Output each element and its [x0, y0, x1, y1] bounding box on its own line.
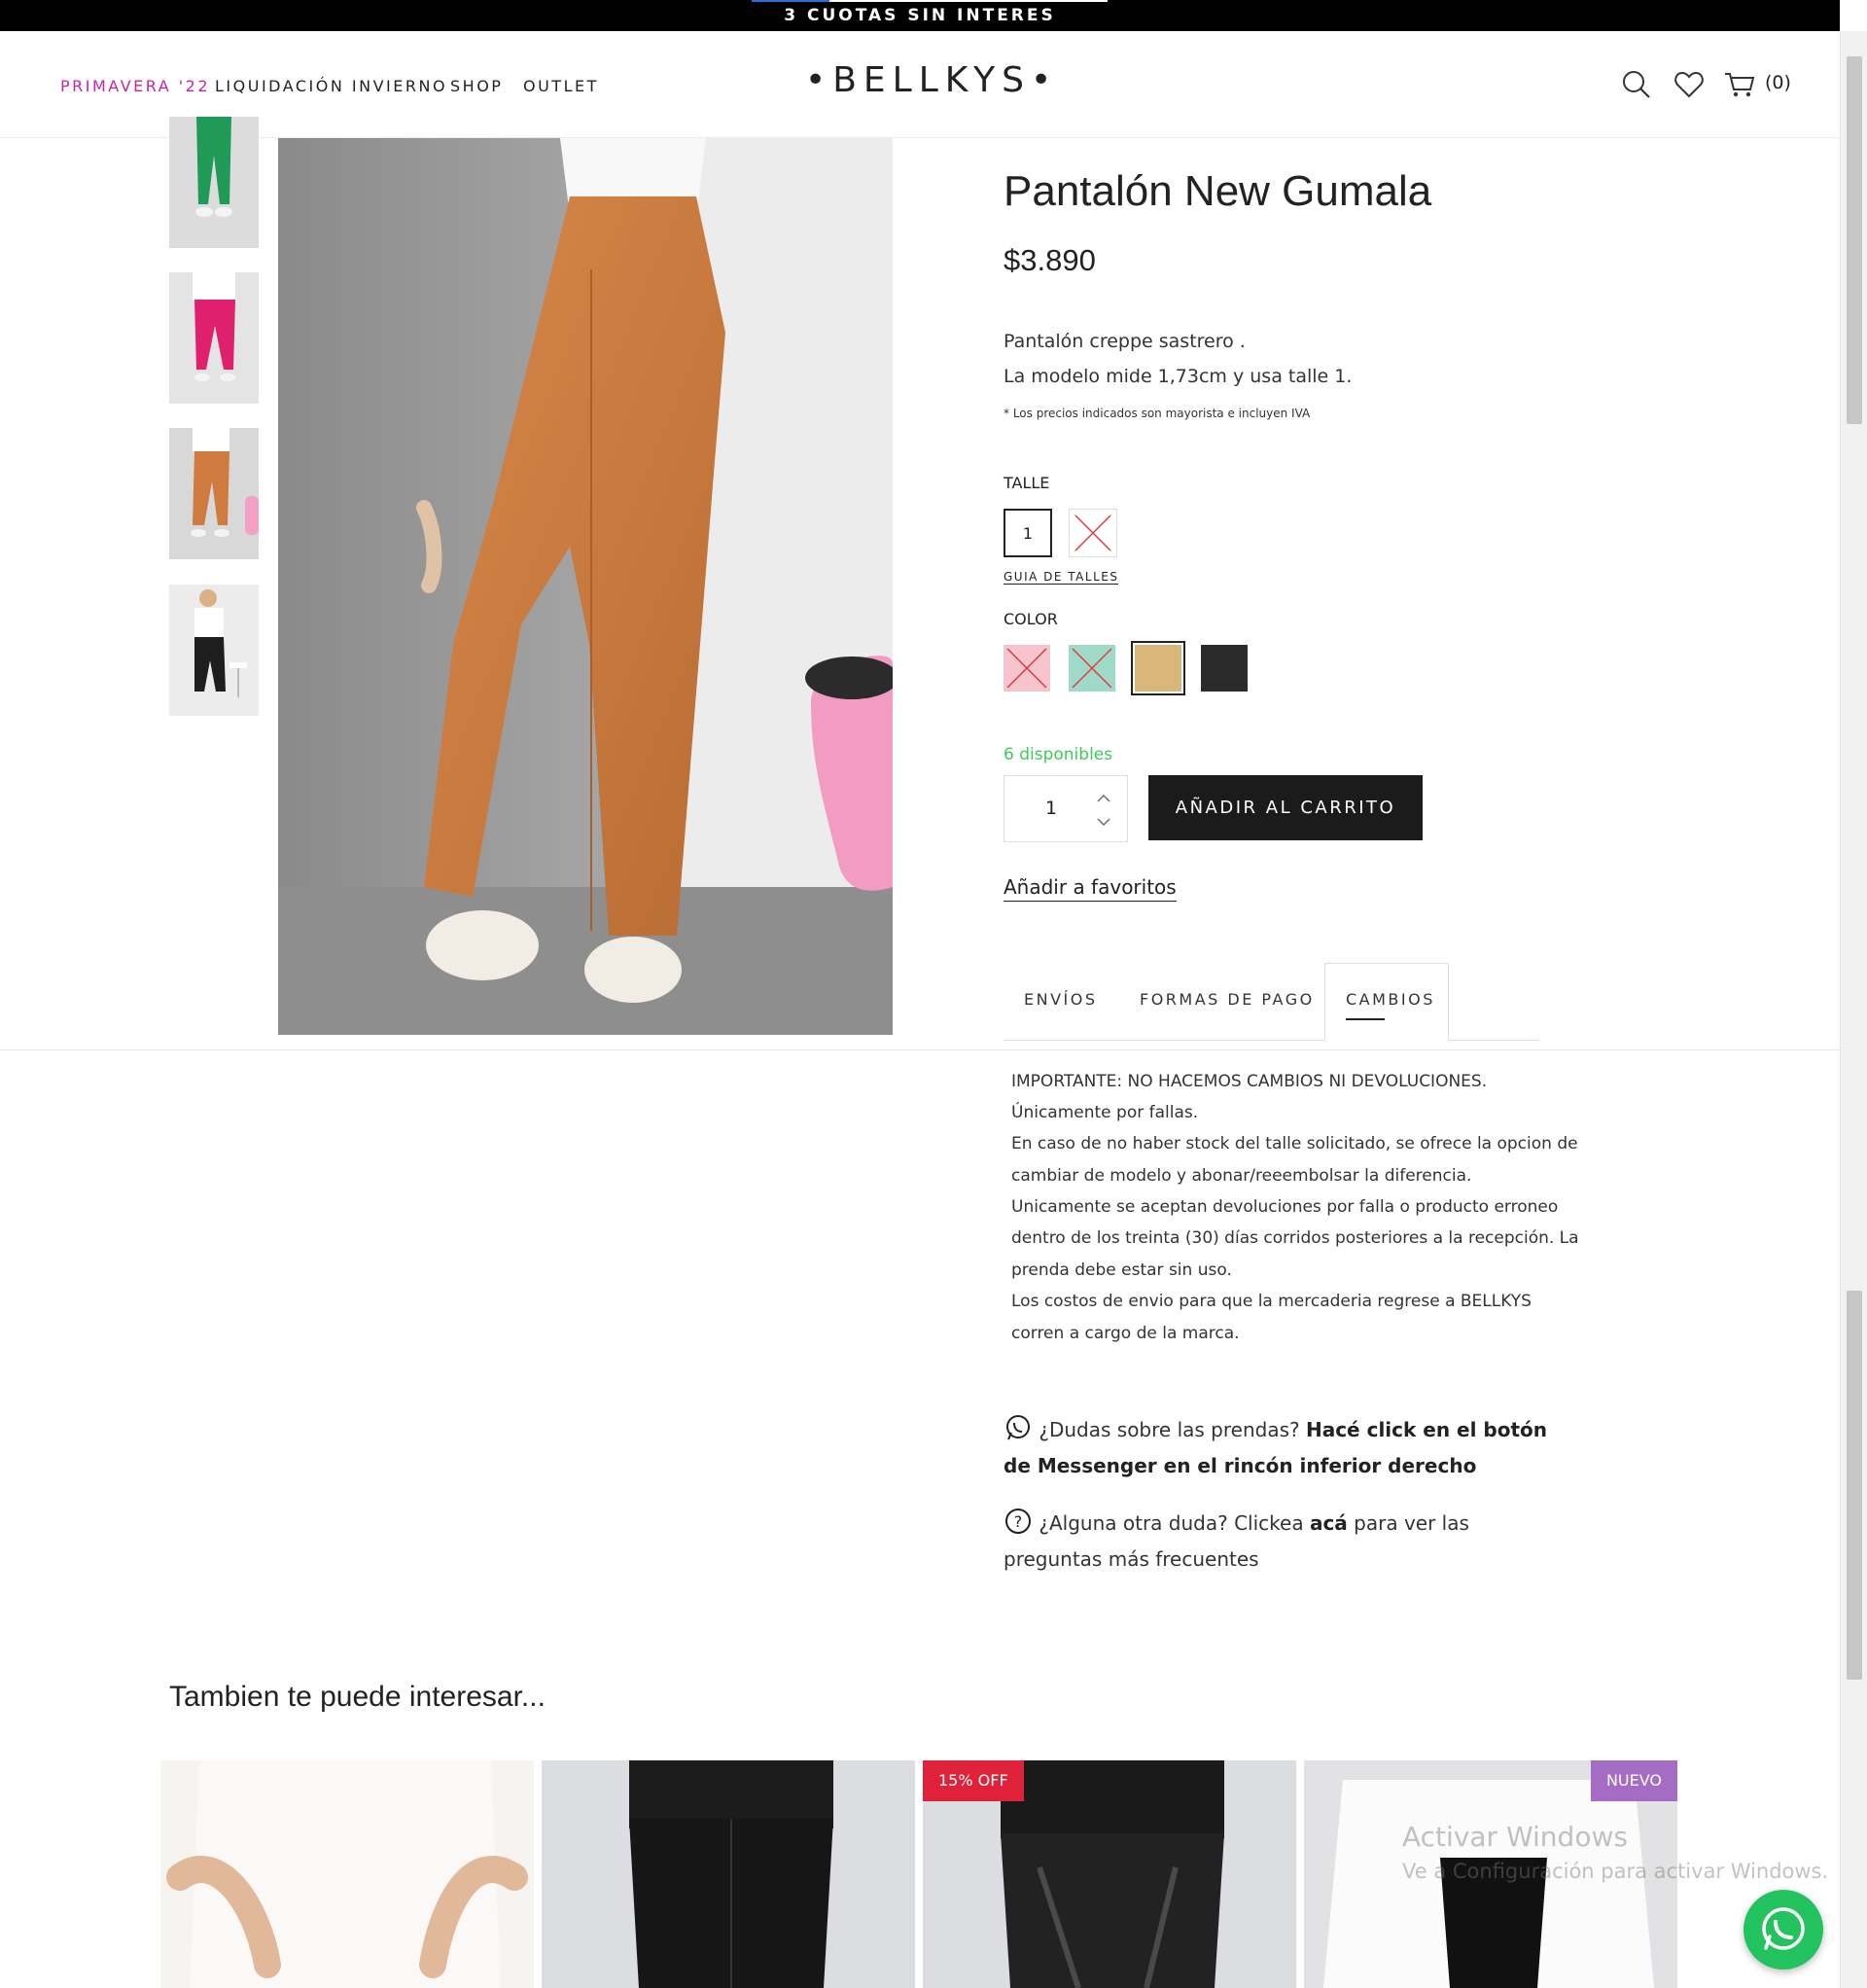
main-product-image[interactable] — [278, 138, 893, 1035]
color-label: COLOR — [1004, 610, 1058, 628]
chevron-up-icon[interactable] — [1096, 790, 1111, 808]
site-header: PRIMAVERA '22 LIQUIDACIÓN INVIERNO SHOP … — [0, 31, 1840, 138]
new-badge: NUEVO — [1590, 1760, 1677, 1801]
unavailable-cross-icon — [1074, 515, 1111, 551]
product-title: Pantalón New Gumala — [1004, 167, 1432, 215]
policy-line: prenda debe estar sin uso. — [1011, 1260, 1232, 1280]
discount-badge: 15% OFF — [923, 1760, 1024, 1801]
nav-item-outlet[interactable]: OUTLET — [523, 77, 599, 95]
windows-watermark-title: Activar Windows — [1402, 1821, 1628, 1853]
stock-availability: 6 disponibles — [1004, 745, 1113, 764]
policy-line: Los costos de envio para que la mercader… — [1011, 1292, 1532, 1311]
faq-link[interactable]: acá — [1310, 1511, 1348, 1535]
unavailable-cross-icon — [1072, 648, 1112, 689]
unavailable-cross-icon — [1006, 648, 1047, 689]
cart-count[interactable]: (0) — [1765, 72, 1791, 93]
policy-line: IMPORTANTE: NO HACEMOS CAMBIOS NI DEVOLU… — [1011, 1072, 1488, 1091]
search-icon[interactable] — [1620, 68, 1653, 101]
promo-text: 3 CUOTAS SIN INTERES — [784, 6, 1056, 25]
product-thumbnail-orange[interactable] — [169, 428, 259, 559]
help-whatsapp: ¿Dudas sobre las prendas? Hacé click en … — [1004, 1412, 1548, 1484]
policy-line: Unicamente se aceptan devoluciones por f… — [1011, 1197, 1559, 1217]
color-swatch-camel[interactable] — [1131, 641, 1185, 695]
policy-line: corren a cargo de la marca. — [1011, 1324, 1240, 1343]
scrollbar[interactable] — [1840, 31, 1867, 1988]
question-icon: ? — [1004, 1507, 1033, 1536]
nav-item-liquidacion[interactable]: LIQUIDACIÓN INVIERNO — [215, 77, 447, 95]
product-description-line: Pantalón creppe sastrero . — [1004, 331, 1246, 352]
quantity-input[interactable]: 1 — [1045, 798, 1057, 819]
chevron-down-icon[interactable] — [1096, 813, 1111, 832]
windows-watermark-subtitle: Ve a Configuración para activar Windows. — [1402, 1860, 1829, 1883]
color-swatch-black[interactable] — [1201, 645, 1248, 692]
size-option-1[interactable]: 1 — [1004, 509, 1052, 557]
cart-icon[interactable] — [1723, 68, 1756, 101]
promo-progress — [752, 0, 829, 2]
promo-bar: 3 CUOTAS SIN INTERES — [0, 0, 1840, 31]
help-whatsapp-text: ¿Dudas sobre las prendas? — [1039, 1418, 1306, 1441]
product-description-line: La modelo mide 1,73cm y usa talle 1. — [1004, 366, 1353, 387]
color-swatch-pink[interactable] — [1004, 645, 1050, 692]
recommendations-title: Tambien te puede interesar... — [169, 1681, 546, 1713]
quantity-stepper[interactable]: 1 — [1004, 775, 1128, 842]
help-faq-text: ¿Alguna otra duda? Clickea — [1039, 1511, 1310, 1535]
product-card[interactable] — [542, 1760, 915, 1988]
color-swatch-mint[interactable] — [1069, 645, 1115, 692]
policy-line: En caso de no haber stock del talle soli… — [1011, 1134, 1578, 1154]
policy-line: dentro de los treinta (30) días corridos… — [1011, 1228, 1579, 1248]
tab-active-underline — [1346, 1018, 1385, 1020]
svg-text:?: ? — [1014, 1512, 1023, 1531]
divider — [0, 1049, 1840, 1050]
tab-envios[interactable]: ENVÍOS — [1024, 990, 1098, 1009]
product-card[interactable] — [160, 1760, 534, 1988]
size-label: TALLE — [1004, 474, 1050, 492]
policy-line: Únicamente por fallas. — [1011, 1103, 1199, 1122]
size-guide-link[interactable]: GUIA DE TALLES — [1004, 570, 1119, 585]
whatsapp-floating-button[interactable] — [1744, 1890, 1823, 1970]
help-faq: ? ¿Alguna otra duda? Clickea acá para ve… — [1004, 1506, 1548, 1578]
product-card[interactable]: 15% OFF — [923, 1760, 1296, 1988]
heart-icon[interactable] — [1673, 68, 1706, 101]
scrollbar-thumb-top[interactable] — [1847, 56, 1862, 424]
price-disclaimer: * Los precios indicados son mayorista e … — [1004, 407, 1311, 420]
whatsapp-icon — [1004, 1413, 1033, 1442]
product-thumbnail-black[interactable] — [169, 585, 259, 716]
nav-item-shop[interactable]: SHOP — [450, 77, 503, 95]
tab-cambios[interactable]: CAMBIOS — [1346, 990, 1435, 1009]
policy-line: cambiar de modelo y abonar/reeembolsar l… — [1011, 1166, 1472, 1186]
add-to-cart-button[interactable]: AÑADIR AL CARRITO — [1148, 775, 1423, 840]
site-logo[interactable]: •BELLKYS• — [805, 60, 1058, 100]
whatsapp-icon — [1762, 1907, 1805, 1950]
nav-item-primavera[interactable]: PRIMAVERA '22 — [60, 77, 210, 95]
info-tabs: ENVÍOS FORMAS DE PAGO CAMBIOS — [1004, 963, 1538, 1041]
tab-formas-de-pago[interactable]: FORMAS DE PAGO — [1140, 990, 1315, 1009]
product-price: $3.890 — [1004, 243, 1096, 277]
scrollbar-thumb-bottom[interactable] — [1847, 1291, 1862, 1680]
size-option-unavailable[interactable] — [1069, 509, 1117, 557]
product-thumbnail-fuchsia[interactable] — [169, 272, 259, 404]
add-to-favorites-link[interactable]: Añadir a favoritos — [1004, 875, 1177, 902]
product-thumbnail-green[interactable] — [169, 117, 259, 248]
